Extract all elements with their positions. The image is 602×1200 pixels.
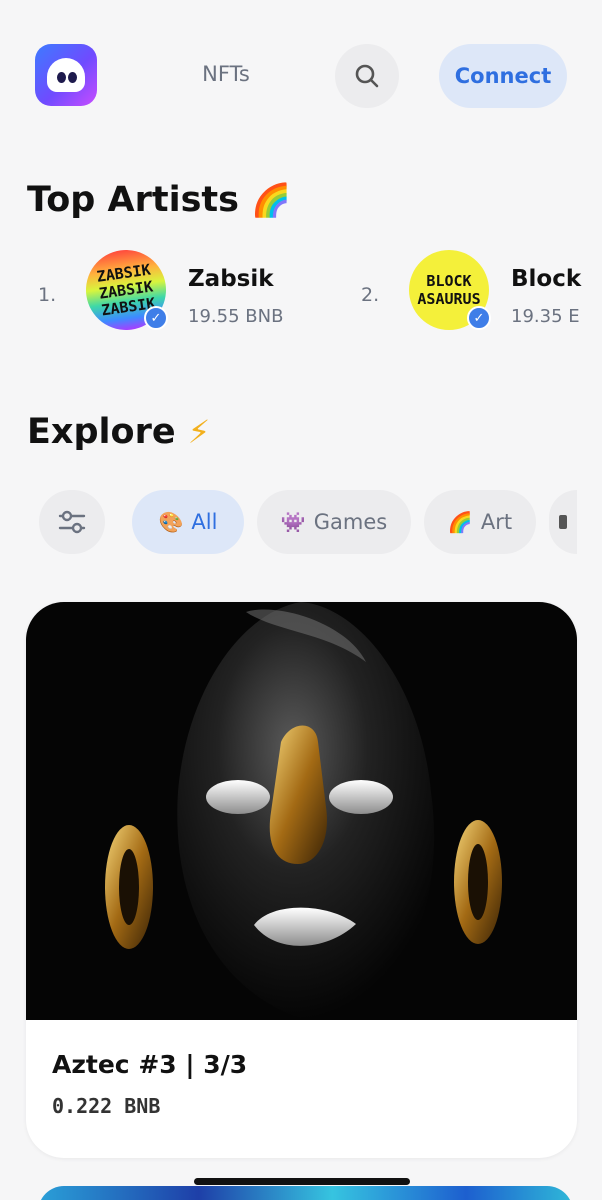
chip-label: Games <box>313 510 388 534</box>
sliders-icon <box>58 510 86 534</box>
partial-chip-icon <box>559 515 567 529</box>
chip-all[interactable]: 🎨 All <box>132 490 244 554</box>
ghost-logo-icon <box>47 58 85 92</box>
chip-label: All <box>191 510 218 534</box>
next-nft-card-preview[interactable] <box>38 1186 573 1200</box>
nft-title: Aztec #3 | 3/3 <box>52 1050 248 1079</box>
mask-artwork-icon <box>105 602 502 1020</box>
artist-volume: 19.55 BNB <box>188 306 284 327</box>
chip-games[interactable]: 👾 Games <box>257 490 411 554</box>
artist-name: Zabsik <box>188 266 274 292</box>
nft-price: 0.222 BNB <box>52 1094 161 1118</box>
verified-badge-icon: ✓ <box>467 306 491 330</box>
artist-rank: 2. <box>361 284 380 306</box>
lightning-emoji-icon: ⚡ <box>187 413 211 451</box>
nav-nfts-link[interactable]: NFTs <box>190 62 262 86</box>
explore-heading: Explore ⚡ <box>27 412 210 452</box>
search-icon <box>355 64 379 88</box>
verified-badge-icon: ✓ <box>144 306 168 330</box>
artist-item[interactable]: 2. BLOCK ASAURUS ✓ Block 19.35 E <box>361 250 602 330</box>
rainbow-emoji-icon: 🌈 <box>251 181 292 219</box>
search-button[interactable] <box>335 44 399 108</box>
explore-title: Explore <box>27 412 176 452</box>
chip-more[interactable] <box>549 490 577 554</box>
avatar-text: ASAURUS <box>417 290 481 308</box>
filter-button[interactable] <box>39 490 105 554</box>
nft-card[interactable]: Aztec #3 | 3/3 0.222 BNB <box>26 602 577 1158</box>
nft-image <box>26 602 577 1020</box>
artist-name: Block <box>511 266 582 292</box>
home-indicator[interactable] <box>194 1178 410 1185</box>
app-logo[interactable] <box>35 44 97 106</box>
avatar-text: BLOCK <box>426 272 472 290</box>
top-artists-title: Top Artists <box>27 180 239 220</box>
artist-item[interactable]: 1. ZABSIK ZABSIK ZABSIK ✓ Zabsik 19.55 B… <box>38 244 308 336</box>
connect-button[interactable]: Connect <box>439 44 567 108</box>
artist-volume: 19.35 E <box>511 306 580 327</box>
rainbow-icon: 🌈 <box>447 510 473 534</box>
top-artists-heading: Top Artists 🌈 <box>27 180 291 220</box>
chip-label: Art <box>480 510 513 534</box>
artist-rank: 1. <box>38 284 57 306</box>
space-invader-icon: 👾 <box>280 510 306 534</box>
chip-art[interactable]: 🌈 Art <box>424 490 536 554</box>
palette-icon: 🎨 <box>158 510 184 534</box>
